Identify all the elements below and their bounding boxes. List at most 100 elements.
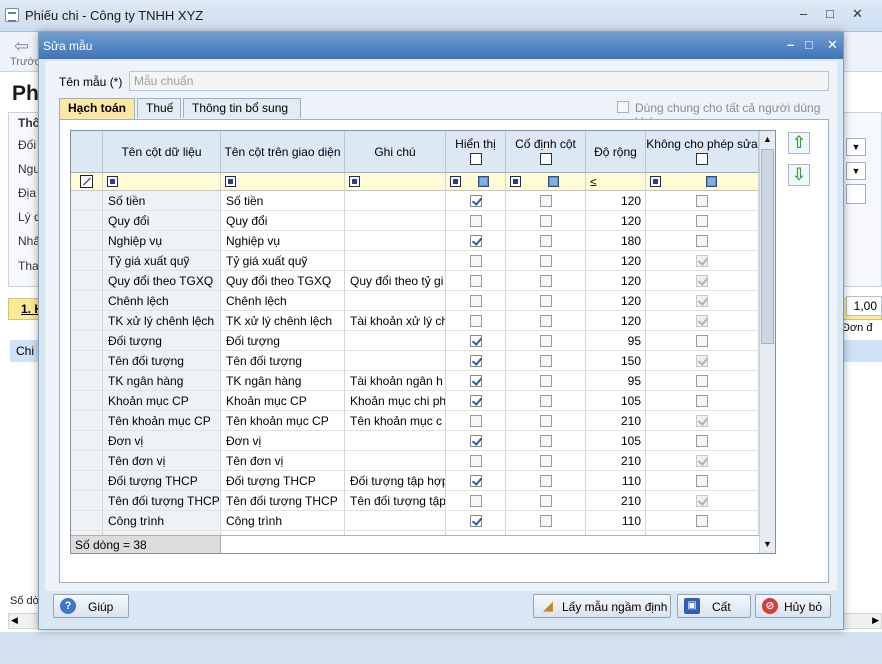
column-width[interactable]: 120 bbox=[586, 211, 646, 230]
filter-ui[interactable] bbox=[221, 173, 345, 190]
table-row[interactable]: Quy đổi Quy đổi 120 bbox=[71, 211, 759, 231]
filter-condition-icon[interactable] bbox=[450, 176, 461, 187]
visible-checkbox[interactable] bbox=[469, 395, 482, 407]
fixed-checkbox[interactable] bbox=[539, 515, 552, 527]
filter-value-icon[interactable] bbox=[548, 176, 559, 187]
table-row[interactable]: Tên đơn vị Tên đơn vị 210 bbox=[71, 451, 759, 471]
filter-note[interactable] bbox=[345, 173, 446, 190]
column-note[interactable]: Tên đối tượng tập bbox=[345, 491, 446, 510]
row-indicator[interactable] bbox=[71, 231, 103, 250]
fixed-cell[interactable] bbox=[506, 251, 586, 270]
fixed-cell[interactable] bbox=[506, 391, 586, 410]
readonly-cell[interactable] bbox=[646, 191, 759, 210]
row-indicator[interactable] bbox=[71, 331, 103, 350]
table-row[interactable]: Nghiệp vụ Nghiệp vụ 180 bbox=[71, 231, 759, 251]
visible-cell[interactable] bbox=[446, 251, 506, 270]
dialog-maximize-icon[interactable]: □ bbox=[805, 37, 813, 52]
filter-readonly[interactable] bbox=[646, 173, 759, 190]
edit-filter-icon[interactable] bbox=[80, 175, 93, 188]
fixed-checkbox[interactable] bbox=[539, 315, 552, 327]
filter-condition-icon[interactable] bbox=[349, 176, 360, 187]
row-indicator[interactable] bbox=[71, 431, 103, 450]
column-note[interactable] bbox=[345, 291, 446, 310]
visible-cell[interactable] bbox=[446, 271, 506, 290]
ui-column-name[interactable]: Đối tượng THCP bbox=[221, 471, 345, 490]
column-note[interactable]: Quy đổi theo tỷ gi bbox=[345, 271, 446, 290]
column-note[interactable]: Tài khoản xử lý ch bbox=[345, 311, 446, 330]
col-header-note[interactable]: Ghi chú bbox=[345, 131, 446, 172]
table-row[interactable]: Quy đổi theo TGXQ Quy đổi theo TGXQ Quy đổ… bbox=[71, 271, 759, 291]
filter-operator[interactable]: ≤ bbox=[590, 175, 597, 189]
readonly-checkbox[interactable] bbox=[696, 335, 708, 347]
back-button-label[interactable]: Trước bbox=[10, 56, 40, 68]
table-row[interactable]: TK xử lý chênh lệch TK xử lý chênh lệch Tà… bbox=[71, 311, 759, 331]
row-indicator[interactable] bbox=[71, 211, 103, 230]
visible-cell[interactable] bbox=[446, 311, 506, 330]
column-width[interactable]: 110 bbox=[586, 511, 646, 530]
fixed-cell[interactable] bbox=[506, 311, 586, 330]
readonly-cell[interactable] bbox=[646, 331, 759, 350]
readonly-checkbox[interactable] bbox=[696, 195, 708, 207]
table-row[interactable]: Khoản mục CP Khoản mục CP Khoản mục chi ph… bbox=[71, 391, 759, 411]
fixed-checkbox[interactable] bbox=[539, 195, 552, 207]
select-all-fixed-checkbox[interactable] bbox=[539, 153, 552, 165]
visible-checkbox[interactable] bbox=[469, 295, 482, 307]
fixed-cell[interactable] bbox=[506, 351, 586, 370]
fixed-cell[interactable] bbox=[506, 511, 586, 530]
visible-checkbox[interactable] bbox=[469, 235, 482, 247]
column-width[interactable]: 210 bbox=[586, 411, 646, 430]
scroll-right-icon[interactable]: ▶ bbox=[872, 615, 879, 626]
fixed-cell[interactable] bbox=[506, 431, 586, 450]
row-indicator[interactable] bbox=[71, 311, 103, 330]
load-default-template-button[interactable]: ◢ Lấy mẫu ngầm định bbox=[533, 594, 671, 618]
fixed-checkbox[interactable] bbox=[539, 475, 552, 487]
ui-column-name[interactable]: Tên khoản mục CP bbox=[221, 411, 345, 430]
column-note[interactable]: Tài khoản ngân h bbox=[345, 371, 446, 390]
scroll-up-icon[interactable]: ▲ bbox=[763, 134, 772, 144]
fixed-cell[interactable] bbox=[506, 231, 586, 250]
fixed-checkbox[interactable] bbox=[539, 495, 552, 507]
column-width[interactable]: 110 bbox=[586, 471, 646, 490]
fixed-checkbox[interactable] bbox=[539, 275, 552, 287]
fixed-cell[interactable] bbox=[506, 331, 586, 350]
ui-column-name[interactable]: Tên đối tượng THCP bbox=[221, 491, 345, 510]
table-row[interactable]: Chênh lệch Chênh lệch 120 bbox=[71, 291, 759, 311]
fixed-checkbox[interactable] bbox=[539, 375, 552, 387]
visible-cell[interactable] bbox=[446, 331, 506, 350]
readonly-checkbox[interactable] bbox=[696, 355, 708, 367]
column-note[interactable]: Đối tượng tập hợp bbox=[345, 471, 446, 490]
ui-column-name[interactable]: Số tiền bbox=[221, 191, 345, 210]
table-row[interactable]: Tên khoản mục CP Tên khoản mục CP Tên khoả… bbox=[71, 411, 759, 431]
scroll-down-icon[interactable]: ▼ bbox=[763, 539, 772, 549]
readonly-checkbox[interactable] bbox=[696, 455, 708, 467]
column-note[interactable]: Tên khoản mục c bbox=[345, 411, 446, 430]
table-row[interactable]: Tên đối tượng Tên đối tượng 150 bbox=[71, 351, 759, 371]
readonly-cell[interactable] bbox=[646, 311, 759, 330]
column-width[interactable]: 120 bbox=[586, 251, 646, 270]
readonly-checkbox[interactable] bbox=[696, 295, 708, 307]
combo-dropdown-icon[interactable]: ▼ bbox=[846, 138, 866, 156]
ui-column-name[interactable]: Chênh lệch bbox=[221, 291, 345, 310]
readonly-checkbox[interactable] bbox=[696, 415, 708, 427]
readonly-cell[interactable] bbox=[646, 371, 759, 390]
filter-condition-icon[interactable] bbox=[225, 176, 236, 187]
visible-cell[interactable] bbox=[446, 511, 506, 530]
readonly-cell[interactable] bbox=[646, 491, 759, 510]
column-width[interactable]: 105 bbox=[586, 391, 646, 410]
readonly-checkbox[interactable] bbox=[696, 515, 708, 527]
visible-checkbox[interactable] bbox=[469, 515, 482, 527]
fixed-cell[interactable] bbox=[506, 191, 586, 210]
readonly-cell[interactable] bbox=[646, 251, 759, 270]
row-indicator[interactable] bbox=[71, 471, 103, 490]
column-width[interactable]: 95 bbox=[586, 371, 646, 390]
readonly-cell[interactable] bbox=[646, 471, 759, 490]
readonly-checkbox[interactable] bbox=[696, 375, 708, 387]
visible-cell[interactable] bbox=[446, 231, 506, 250]
save-button[interactable]: ▣ Cất bbox=[677, 594, 751, 618]
address-input[interactable] bbox=[846, 184, 866, 204]
visible-cell[interactable] bbox=[446, 371, 506, 390]
ui-column-name[interactable]: Khoản mục CP bbox=[221, 391, 345, 410]
scroll-thumb[interactable] bbox=[761, 149, 774, 344]
column-note[interactable] bbox=[345, 511, 446, 530]
fixed-checkbox[interactable] bbox=[539, 255, 552, 267]
